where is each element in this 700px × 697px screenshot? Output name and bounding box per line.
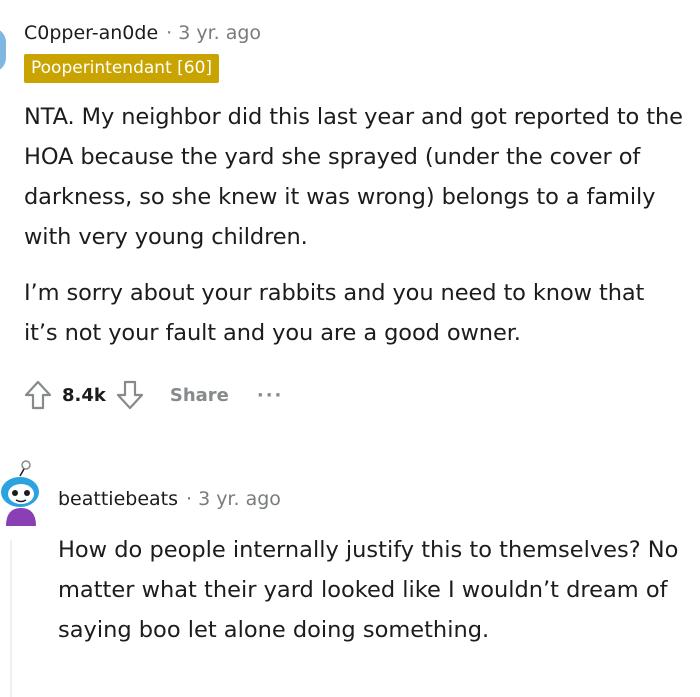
comment-timestamp[interactable]: 3 yr. ago: [178, 22, 261, 44]
comment-actions: 8.4k Share ···: [20, 375, 684, 415]
meta-separator: ·: [166, 22, 173, 44]
meta-separator: ·: [186, 488, 193, 510]
commenter-avatar[interactable]: [0, 28, 6, 72]
comment-meta: C0pper-an0de · 3 yr. ago: [24, 22, 684, 44]
reply-avatar[interactable]: [0, 458, 46, 528]
user-flair: Pooperintendant [60]: [24, 54, 220, 83]
vote-score: 8.4k: [62, 384, 106, 406]
thread-line[interactable]: [10, 540, 12, 697]
ellipsis-icon[interactable]: ···: [257, 385, 284, 406]
reply-username[interactable]: beattiebeats: [58, 488, 178, 510]
comment: C0pper-an0de · 3 yr. ago Pooperintendant…: [24, 22, 684, 415]
comment-paragraph: I’m sorry about your rabbits and you nee…: [24, 280, 645, 346]
arrow-up-icon[interactable]: [20, 377, 56, 413]
reply-meta: beattiebeats · 3 yr. ago: [58, 488, 281, 510]
comment-paragraph: NTA. My neighbor did this last year and …: [24, 104, 683, 250]
reply-timestamp[interactable]: 3 yr. ago: [198, 488, 281, 510]
arrow-down-icon[interactable]: [112, 377, 148, 413]
share-button[interactable]: Share: [170, 385, 229, 406]
reply-body: How do people internally justify this to…: [58, 537, 679, 643]
comment-username[interactable]: C0pper-an0de: [24, 22, 158, 44]
